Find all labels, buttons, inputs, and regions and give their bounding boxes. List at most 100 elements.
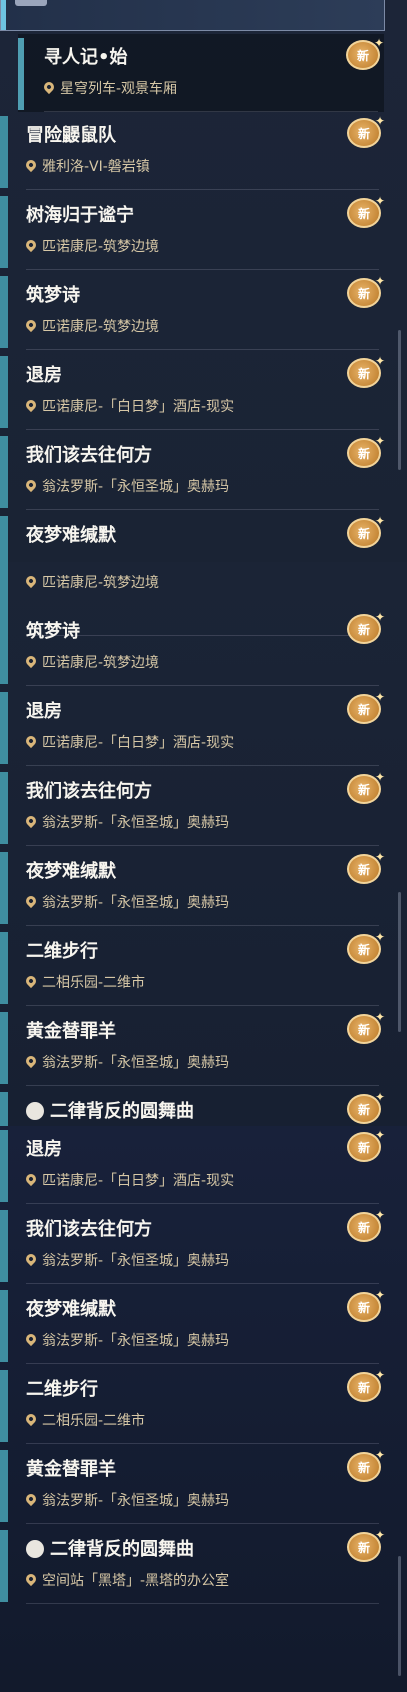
new-badge-icon: 新 ✦ <box>347 354 385 388</box>
quest-title-text: 二维步行 <box>26 941 98 962</box>
quest-item[interactable]: 夜梦难缄默 翁法罗斯-「永恒圣城」奥赫玛 新 ✦ <box>0 848 385 926</box>
quest-location: 匹诺康尼-筑梦边境 <box>23 572 159 592</box>
hero-accent-bar <box>1 0 6 30</box>
quest-item[interactable]: 寻人记•始 星穹列车-观景车厢 新 ✦ <box>18 34 384 112</box>
quest-location-text: 空间站「黑塔」-黑塔的办公室 <box>42 1573 230 1589</box>
quest-item[interactable]: 退房 匹诺康尼-「白日梦」酒店-现实 新 ✦ <box>0 688 385 766</box>
quest-divider <box>26 845 379 846</box>
quest-location-text: 匹诺康尼-筑梦边境 <box>42 319 160 335</box>
quest-item[interactable]: 我们该去往何方 翁法罗斯-「永恒圣城」奥赫玛 新 ✦ <box>0 1206 385 1284</box>
quest-item[interactable]: 黄金替罪羊 翁法罗斯-「永恒圣城」奥赫玛 新 ✦ <box>0 1008 385 1086</box>
sparkle-icon: ✦ <box>374 194 385 208</box>
quest-location: 星穹列车-观景车厢 <box>41 78 178 98</box>
quest-location-text: 雅利洛-VI-磐岩镇 <box>42 159 150 175</box>
quest-item-accent-bar <box>0 1530 8 1602</box>
quest-title: 筑梦诗 <box>26 617 80 643</box>
quest-item[interactable]: 二维步行 二相乐园-二维市 新 ✦ <box>0 1366 385 1444</box>
scrollbar[interactable] <box>398 330 401 470</box>
quest-item[interactable]: 筑梦诗匹诺康尼-筑梦边境 新 ✦ <box>0 608 385 686</box>
location-pin-icon <box>23 397 39 413</box>
sparkle-icon: ✦ <box>374 514 385 528</box>
quest-divider <box>26 1005 379 1006</box>
location-pin-icon <box>23 1053 39 1069</box>
quest-title: 二维步行 <box>26 1375 98 1401</box>
quest-divider <box>26 685 379 686</box>
quest-title: 树海归于谧宁 <box>26 201 134 227</box>
quest-title-text: 冒险鼹鼠队 <box>26 125 116 146</box>
quest-item[interactable]: 我们该去往何方 翁法罗斯-「永恒圣城」奥赫玛 新 ✦ <box>0 432 385 510</box>
quest-item-accent-bar <box>0 1290 8 1362</box>
quest-location: 翁法罗斯-「永恒圣城」奥赫玛 <box>23 892 229 912</box>
location-pin-icon <box>23 1171 39 1187</box>
quest-item-accent-bar <box>18 38 24 110</box>
quest-item[interactable]: 夜梦难缄默翁法罗斯-「永恒圣城」奥赫玛 新 ✦ <box>0 1286 385 1364</box>
quest-location: 翁法罗斯-「永恒圣城」奥赫玛 <box>23 1330 229 1350</box>
quest-location: 翁法罗斯-「永恒圣城」奥赫玛 <box>23 1490 230 1510</box>
quest-item[interactable]: 二律背反的圆舞曲 空间站「黑塔」-黑塔的办公室 新 ✦ <box>0 1526 385 1604</box>
quest-item-accent-bar <box>0 1092 8 1126</box>
quest-title-text: 黄金替罪羊 <box>26 1021 116 1042</box>
new-badge-icon: 新 ✦ <box>347 610 385 644</box>
quest-location: 匹诺康尼-筑梦边境 <box>23 316 160 336</box>
quest-item-accent-bar <box>0 692 8 764</box>
quest-item[interactable]: 夜梦难缄默 新 ✦ <box>0 512 385 562</box>
quest-item[interactable]: 退房 匹诺康尼-「白日梦」酒店-现实 新 ✦ <box>0 1126 385 1204</box>
quest-title-text: 退房 <box>26 365 62 386</box>
quest-item-accent-bar <box>0 196 8 268</box>
quest-item-accent-bar <box>0 772 8 844</box>
quest-list-segment-2: 匹诺康尼-筑梦边境 筑梦诗 匹诺康尼-筑梦边境新 ✦ 退房 匹诺康尼-「白日梦」酒店-现实… <box>0 562 407 1126</box>
new-badge-icon: 新 ✦ <box>347 1448 385 1482</box>
quest-title-text: 夜梦难缄默 <box>26 1299 116 1320</box>
new-badge-icon: 新 ✦ <box>347 770 385 804</box>
quest-location-text: 二相乐园-二维市 <box>42 1413 146 1429</box>
quest-title: 夜梦难缄默 <box>26 857 116 883</box>
quest-item-accent-bar <box>0 1450 8 1522</box>
quest-item[interactable]: 二维步行 二相乐园-二维市 新 ✦ <box>0 928 385 1006</box>
quest-location-text: 匹诺康尼-筑梦边境 <box>42 239 160 255</box>
quest-title: 黄金替罪羊 <box>26 1017 116 1043</box>
quest-item[interactable]: 退房匹诺康尼-「白日梦」酒店-现实 新 ✦ <box>0 352 385 430</box>
sparkle-icon: ✦ <box>374 770 385 784</box>
quest-location-text: 翁法罗斯-「永恒圣城」奥赫玛 <box>42 1493 230 1509</box>
quest-title-text: 筑梦诗 <box>26 285 80 306</box>
quest-item-accent-bar <box>0 612 8 684</box>
sparkle-icon: ✦ <box>374 354 385 368</box>
quest-title: 筑梦诗 <box>26 281 80 307</box>
quest-location-text: 匹诺康尼-筑梦边境 <box>42 655 160 671</box>
quest-item[interactable]: 黄金替罪羊 翁法罗斯-「永恒圣城」奥赫玛 新 ✦ <box>0 1446 385 1524</box>
quest-location: 雅利洛-VI-磐岩镇 <box>23 156 150 176</box>
sparkle-icon: ✦ <box>374 1528 385 1542</box>
puzzle-icon <box>26 1102 44 1120</box>
new-badge-icon: 新 ✦ <box>347 690 385 724</box>
new-badge-icon: 新 ✦ <box>347 1288 385 1322</box>
quest-title-text: 退房 <box>26 701 62 722</box>
quest-item[interactable]: 我们该去往何方 翁法罗斯-「永恒圣城」奥赫玛 新 ✦ <box>0 768 385 846</box>
quest-location-text: 匹诺康尼-「白日梦」酒店-现实 <box>42 1173 235 1189</box>
quest-list-segment-1: 寻人记•始星穹列车-观景车厢新 ✦ 冒险鼹鼠队雅利洛-VI-磐岩镇新 ✦ 树海归于谧宁匹… <box>0 0 407 562</box>
quest-divider <box>26 925 379 926</box>
partial-top-entry[interactable] <box>0 0 385 31</box>
quest-location: 匹诺康尼-「白日梦」酒店-现实 <box>23 396 234 416</box>
quest-item[interactable]: 冒险鼹鼠队 雅利洛-VI-磐岩镇 新 ✦ <box>0 112 385 190</box>
new-badge-icon: 新 ✦ <box>347 434 385 468</box>
quest-title: 冒险鼹鼠队 <box>26 121 116 147</box>
quest-location-text: 翁法罗斯-「永恒圣城」奥赫玛 <box>42 815 230 831</box>
quest-item[interactable]: 二律背反的圆舞曲 新 ✦ <box>0 1088 385 1126</box>
quest-item-accent-bar <box>0 516 8 562</box>
quest-item[interactable]: 树海归于谧宁 匹诺康尼-筑梦边境 新 ✦ <box>0 192 385 270</box>
location-pin-icon <box>23 1251 39 1267</box>
sparkle-icon: ✦ <box>374 114 385 128</box>
quest-location-text: 星穹列车-观景车厢 <box>60 81 178 97</box>
scrollbar[interactable] <box>398 1556 401 1676</box>
quest-title-text: 寻人记•始 <box>44 47 128 68</box>
new-badge-icon: 新 ✦ <box>347 930 385 964</box>
puzzle-icon <box>26 1540 44 1558</box>
scrollbar[interactable] <box>398 892 401 1032</box>
quest-title: 二律背反的圆舞曲 <box>26 1097 194 1123</box>
quest-title-text: 二维步行 <box>26 1379 98 1400</box>
location-pin-icon <box>23 573 39 589</box>
location-pin-icon <box>23 653 39 669</box>
quest-item-accent-bar <box>0 1370 8 1442</box>
quest-item[interactable]: 筑梦诗 匹诺康尼-筑梦边境 新 ✦ <box>0 272 385 350</box>
quest-location-text: 翁法罗斯-「永恒圣城」奥赫玛 <box>42 479 230 495</box>
